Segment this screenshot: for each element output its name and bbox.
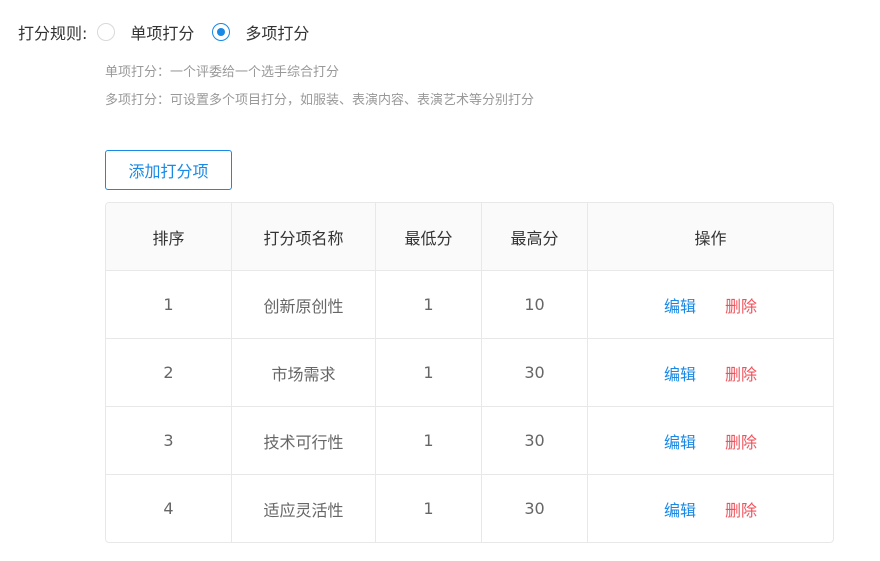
cell-item-name: 适应灵活性 xyxy=(231,474,376,542)
edit-link[interactable]: 编辑 xyxy=(664,433,696,452)
cell-actions: 编辑 删除 xyxy=(588,475,834,543)
cell-max-score: 10 xyxy=(481,270,588,339)
radio-single-scoring-circle[interactable] xyxy=(97,23,116,41)
cell-max-score: 30 xyxy=(481,474,588,542)
header-order: 排序 xyxy=(106,203,232,271)
table-row: 4 适应灵活性 1 30 编辑 删除 xyxy=(106,474,834,543)
cell-actions: 编辑 删除 xyxy=(587,406,833,475)
header-min-score: 最低分 xyxy=(375,203,482,271)
cell-min-score: 1 xyxy=(375,270,482,339)
radio-single-scoring-label[interactable]: 单项打分 xyxy=(130,20,194,44)
add-scoring-item-button[interactable]: 添加打分项 xyxy=(105,150,232,190)
hint-single-scoring: 单项打分：一个评委给一个选手综合打分 xyxy=(105,65,340,80)
header-item-name: 打分项名称 xyxy=(231,203,376,271)
cell-max-score: 30 xyxy=(481,338,588,407)
delete-link[interactable]: 删除 xyxy=(725,433,757,452)
cell-min-score: 1 xyxy=(375,474,482,542)
radio-multi-scoring[interactable]: 多项打分 xyxy=(212,20,309,44)
cell-actions: 编辑 删除 xyxy=(587,270,833,339)
table-row: 1 创新原创性 1 10 编辑 删除 xyxy=(106,270,833,339)
delete-link[interactable]: 删除 xyxy=(725,297,757,316)
scoring-rule-label: 打分规则: xyxy=(18,24,88,43)
edit-link[interactable]: 编辑 xyxy=(664,365,696,384)
cell-order: 4 xyxy=(106,474,232,542)
table-row: 3 技术可行性 1 30 编辑 删除 xyxy=(106,406,833,475)
cell-actions: 编辑 删除 xyxy=(587,338,833,407)
edit-link[interactable]: 编辑 xyxy=(664,501,696,520)
radio-single-scoring[interactable]: 单项打分 xyxy=(97,20,194,44)
cell-order: 2 xyxy=(106,338,232,407)
radio-multi-scoring-label[interactable]: 多项打分 xyxy=(245,20,309,44)
hint-multi-scoring: 多项打分：可设置多个项目打分，如服装、表演内容、表演艺术等分别打分 xyxy=(105,93,535,108)
cell-order: 1 xyxy=(106,270,232,339)
cell-order: 3 xyxy=(106,406,232,475)
cell-min-score: 1 xyxy=(375,406,482,475)
cell-item-name: 市场需求 xyxy=(231,338,376,407)
table-row: 2 市场需求 1 30 编辑 删除 xyxy=(106,338,833,407)
scoring-rule-group: 打分规则: 单项打分 多项打分 xyxy=(18,18,327,46)
edit-link[interactable]: 编辑 xyxy=(664,297,696,316)
delete-link[interactable]: 删除 xyxy=(725,501,757,520)
table-header-row: 排序 打分项名称 最低分 最高分 操作 xyxy=(106,203,833,271)
delete-link[interactable]: 删除 xyxy=(725,365,757,384)
radio-multi-scoring-circle[interactable] xyxy=(212,23,231,41)
cell-max-score: 30 xyxy=(481,406,588,475)
scoring-items-table: 排序 打分项名称 最低分 最高分 操作 1 创新原创性 1 10 编辑 删除 2… xyxy=(105,202,834,543)
cell-item-name: 技术可行性 xyxy=(231,406,376,475)
header-actions: 操作 xyxy=(587,203,833,271)
cell-item-name: 创新原创性 xyxy=(231,270,376,339)
cell-min-score: 1 xyxy=(375,338,482,407)
header-max-score: 最高分 xyxy=(481,203,588,271)
